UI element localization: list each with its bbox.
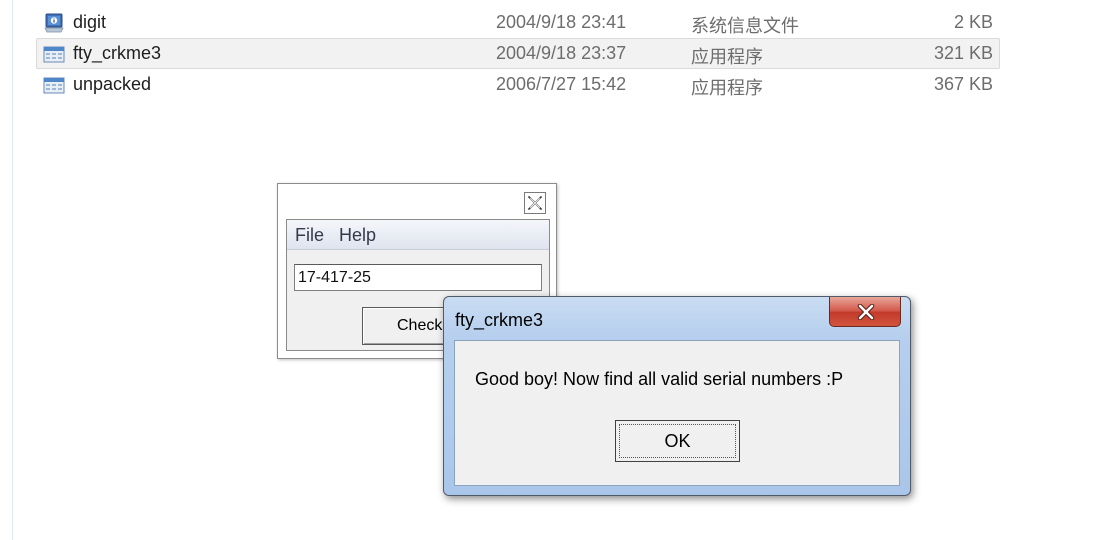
file-type: 应用程序 bbox=[691, 47, 763, 67]
file-name: fty_crkme3 bbox=[73, 43, 162, 63]
file-size: 367 KB bbox=[933, 74, 993, 94]
file-row-digit[interactable]: digit 2004/9/18 23:41 系统信息文件 2 KB bbox=[36, 7, 1000, 38]
message-box-title: fty_crkme3 bbox=[455, 310, 544, 330]
message-box-close-button[interactable] bbox=[829, 297, 901, 327]
file-size: 2 KB bbox=[953, 12, 993, 32]
explorer-left-edge bbox=[0, 0, 13, 540]
file-type: 系统信息文件 bbox=[691, 16, 799, 36]
application-icon bbox=[43, 44, 65, 64]
file-size: 321 KB bbox=[933, 43, 993, 63]
menu-bar: File Help bbox=[287, 220, 549, 250]
file-date: 2006/7/27 15:42 bbox=[496, 74, 627, 94]
file-name: digit bbox=[73, 12, 107, 32]
file-row-fty-crkme3[interactable]: fty_crkme3 2004/9/18 23:37 应用程序 321 KB bbox=[36, 38, 1000, 69]
close-button[interactable] bbox=[524, 192, 546, 214]
file-type: 应用程序 bbox=[691, 78, 763, 98]
file-list: digit 2004/9/18 23:41 系统信息文件 2 KB fty_cr… bbox=[36, 7, 1000, 100]
message-box: fty_crkme3 Good boy! Now find all valid … bbox=[443, 296, 911, 496]
system-info-file-icon bbox=[43, 13, 65, 33]
file-date: 2004/9/18 23:41 bbox=[496, 12, 627, 32]
close-icon bbox=[526, 194, 544, 212]
message-box-body: Good boy! Now find all valid serial numb… bbox=[454, 340, 900, 486]
application-icon bbox=[43, 75, 65, 95]
menu-help[interactable]: Help bbox=[339, 225, 376, 246]
close-icon bbox=[857, 304, 875, 320]
file-date: 2004/9/18 23:37 bbox=[496, 43, 627, 63]
ok-button[interactable]: OK bbox=[615, 420, 740, 462]
menu-file[interactable]: File bbox=[295, 225, 324, 246]
file-name: unpacked bbox=[73, 74, 152, 94]
file-row-unpacked[interactable]: unpacked 2006/7/27 15:42 应用程序 367 KB bbox=[36, 69, 1000, 100]
serial-input[interactable] bbox=[294, 264, 542, 291]
message-text: Good boy! Now find all valid serial numb… bbox=[475, 369, 844, 389]
